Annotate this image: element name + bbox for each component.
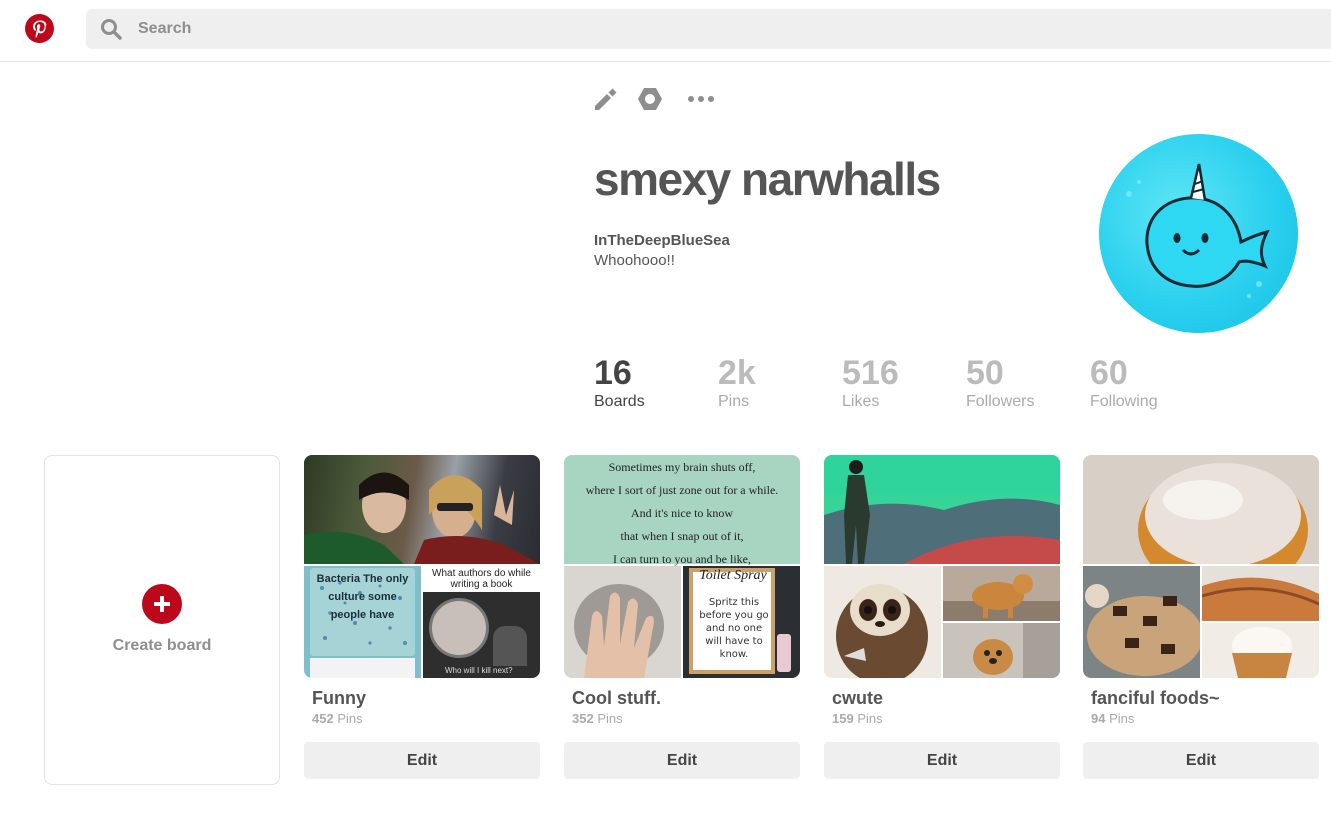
quote-line: Sometimes my brain shuts off, (608, 460, 756, 474)
edit-board-button[interactable]: Edit (1083, 742, 1319, 779)
board-cover-main-image (304, 455, 540, 564)
stat-following[interactable]: 60 Following (1090, 353, 1158, 411)
board-cover-pastry-image (1201, 566, 1319, 621)
profile-bio: Whoohooo!! (594, 252, 675, 269)
quote-line: that when I snap out of it, (620, 529, 744, 543)
top-bar (0, 0, 1331, 62)
stat-pins-label: Pins (718, 393, 750, 410)
board-cover[interactable] (824, 455, 1060, 678)
narwhal-avatar-image (1126, 163, 1270, 298)
create-board-label: Create board (112, 637, 212, 654)
stat-followers-value: 50 (966, 354, 1004, 392)
edit-profile-pencil-icon[interactable] (590, 84, 620, 114)
bacteria-text: Bacteria The only culture some people ha… (316, 573, 409, 621)
board-pin-count: 452 Pins (312, 711, 363, 726)
stat-following-label: Following (1090, 393, 1158, 410)
spray-title: Toilet Spray (699, 568, 767, 583)
stat-followers[interactable]: 50 Followers (966, 353, 1034, 411)
search-icon (101, 19, 122, 40)
avatar[interactable] (1099, 134, 1298, 333)
stat-boards-value: 16 (594, 354, 632, 392)
board-cover-donut-image (1083, 455, 1319, 595)
pin-count-label: Pins (1109, 711, 1135, 726)
board-cover-dog-image (943, 566, 1060, 621)
board-pin-count: 352 Pins (572, 711, 623, 726)
settings-hexagon-icon[interactable] (635, 84, 665, 114)
board-title[interactable]: Cool stuff. (572, 688, 661, 709)
search-bar[interactable] (86, 9, 1331, 49)
more-options-icon[interactable] (686, 84, 716, 114)
stat-boards-label: Boards (594, 393, 645, 410)
pin-count-value: 159 (832, 711, 854, 726)
edit-board-button[interactable]: Edit (824, 742, 1060, 779)
board-pin-count: 94 Pins (1091, 711, 1134, 726)
stat-likes-label: Likes (842, 393, 880, 410)
authors-text: What authors do while writing a book (432, 568, 531, 590)
stat-boards[interactable]: 16 Boards (594, 353, 645, 411)
authors-caption: Who will I kill next? (445, 666, 513, 675)
board-pin-count: 159 Pins (832, 711, 883, 726)
board-cover-hand-image (564, 566, 681, 678)
board-cover-sloth-image (824, 566, 941, 678)
pin-count-value: 352 (572, 711, 594, 726)
stat-followers-label: Followers (966, 393, 1035, 410)
board-cover[interactable] (1083, 455, 1319, 678)
board-cover[interactable]: Sometimes my brain shuts off, where I so… (564, 455, 800, 678)
board-cover-quote-image: Sometimes my brain shuts off, where I so… (564, 455, 800, 566)
board-cover-authors-image: What authors do while writing a book Who… (423, 566, 540, 678)
board-title[interactable]: Funny (312, 688, 366, 709)
stat-pins[interactable]: 2k Pins (718, 353, 756, 411)
pin-count-label: Pins (857, 711, 883, 726)
edit-board-button[interactable]: Edit (304, 742, 540, 779)
quote-line: where I sort of just zone out for a whil… (585, 483, 779, 497)
pin-count-label: Pins (597, 711, 623, 726)
board-cover-icecream-image (1202, 623, 1319, 678)
board-title[interactable]: fanciful foods~ (1091, 688, 1220, 709)
board-cover-greenscreen-image (824, 455, 1060, 564)
board-cover-chocolate-image (1083, 566, 1203, 678)
pin-count-value: 94 (1091, 711, 1106, 726)
board-card-cwute: cwute 159 Pins Edit (824, 455, 1060, 785)
board-card-fanciful-foods: fanciful foods~ 94 Pins Edit (1083, 455, 1319, 785)
pinterest-logo-icon[interactable] (25, 14, 54, 43)
quote-line: And it's nice to know (630, 506, 734, 520)
board-title[interactable]: cwute (832, 688, 883, 709)
search-input[interactable] (138, 9, 738, 49)
create-board-card[interactable]: Create board (44, 455, 280, 785)
stat-likes[interactable]: 516 Likes (842, 353, 899, 411)
pin-count-label: Pins (337, 711, 363, 726)
board-cover-puppy-image (943, 623, 1060, 678)
stat-following-value: 60 (1090, 354, 1128, 392)
board-cover[interactable]: Bacteria The only culture some people ha… (304, 455, 540, 678)
edit-board-button[interactable]: Edit (564, 742, 800, 779)
board-card-cool-stuff: Sometimes my brain shuts off, where I so… (564, 455, 800, 785)
stat-likes-value: 516 (842, 354, 899, 392)
board-card-funny: Bacteria The only culture some people ha… (304, 455, 540, 785)
profile-username: InTheDeepBlueSea (594, 232, 730, 249)
add-plus-icon (142, 584, 182, 624)
stat-pins-value: 2k (718, 354, 756, 392)
board-cover-spray-image: Toilet Spray Spritz this before you go a… (683, 566, 800, 678)
profile-name: smexy narwhalls (594, 153, 941, 205)
pin-count-value: 452 (312, 711, 334, 726)
board-cover-bacteria-image: Bacteria The only culture some people ha… (304, 566, 421, 678)
spray-text: Spritz this before you go and no one wil… (699, 597, 769, 660)
